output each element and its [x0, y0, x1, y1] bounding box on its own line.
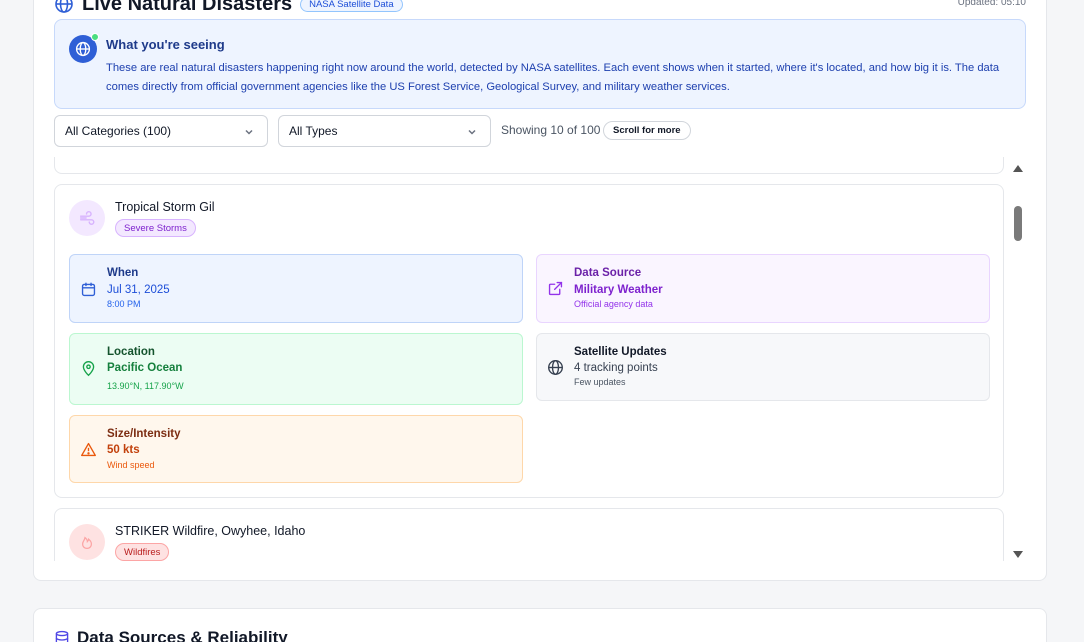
event-avatar: [69, 200, 105, 236]
scroll-up-arrow[interactable]: [1013, 165, 1023, 172]
satellite-sub: Few updates: [574, 377, 626, 387]
satellite-value: 4 tracking points: [574, 362, 658, 374]
panel-header: Live Natural Disasters NASA Satellite Da…: [54, 0, 403, 16]
event-list[interactable]: Tropical Storm Gil Severe Storms When Ju…: [54, 157, 1006, 561]
scrollbar-thumb[interactable]: [1014, 206, 1022, 241]
info-text: These are real natural disasters happeni…: [106, 62, 1000, 93]
event-avatar: [69, 524, 105, 560]
category-badge: Severe Storms: [115, 219, 196, 237]
when-value: Jul 31, 2025: [107, 284, 170, 296]
location-label: Location: [107, 346, 155, 358]
size-intensity-box: Size/Intensity 50 kts Wind speed: [69, 415, 523, 483]
data-source-box: Data Source Military Weather Official ag…: [536, 254, 990, 323]
satellite-label: Satellite Updates: [574, 346, 667, 358]
event-card[interactable]: Tropical Storm Gil Severe Storms When Ju…: [54, 184, 1004, 498]
satellite-updates-box: Satellite Updates 4 tracking points Few …: [536, 333, 990, 401]
type-select[interactable]: All Types: [278, 115, 491, 147]
source-sub: Official agency data: [574, 299, 653, 309]
updated-time: Updated: 05:10: [957, 0, 1026, 8]
when-sub: 8:00 PM: [107, 299, 141, 309]
size-label: Size/Intensity: [107, 428, 181, 440]
list-scrollbar[interactable]: [1012, 163, 1024, 560]
external-link-icon: [548, 281, 563, 296]
map-pin-icon: [82, 361, 95, 377]
location-sub: 13.90°N, 117.90°W: [107, 381, 184, 391]
event-card[interactable]: STRIKER Wildfire, Owyhee, Idaho Wildfire…: [54, 508, 1004, 561]
type-select-value: All Types: [289, 124, 338, 138]
warning-icon: [81, 442, 96, 457]
category-select-value: All Categories (100): [65, 124, 172, 138]
source-label: Data Source: [574, 267, 642, 279]
category-badge: Wildfires: [115, 543, 170, 561]
database-icon: [55, 630, 69, 642]
location-value: Pacific Ocean: [107, 362, 183, 374]
globe-icon: [54, 0, 74, 14]
nasa-badge: NASA Satellite Data: [300, 0, 403, 12]
flame-icon: [81, 536, 93, 550]
showing-count: Showing 10 of 100: [501, 123, 601, 137]
location-box: Location Pacific Ocean 13.90°N, 117.90°W: [69, 333, 523, 405]
globe-icon: [548, 360, 563, 375]
chevron-down-icon: [245, 129, 253, 135]
event-title: Tropical Storm Gil: [115, 200, 215, 214]
category-select[interactable]: All Categories (100): [54, 115, 268, 147]
event-title: STRIKER Wildfire, Owyhee, Idaho: [115, 524, 306, 538]
size-sub: Wind speed: [107, 460, 155, 470]
when-label: When: [107, 267, 139, 279]
calendar-icon: [81, 282, 96, 297]
chevron-down-icon: [468, 129, 476, 135]
scroll-down-arrow[interactable]: [1013, 551, 1023, 558]
info-title: What you're seeing: [106, 37, 225, 52]
page-title: Live Natural Disasters: [82, 0, 293, 15]
when-box: When Jul 31, 2025 8:00 PM: [69, 254, 523, 323]
source-value: Military Weather: [574, 284, 663, 296]
scroll-hint-badge: Scroll for more: [603, 121, 691, 140]
event-card[interactable]: [54, 157, 1004, 174]
live-indicator: [91, 33, 99, 41]
info-banner: What you're seeing These are real natura…: [54, 19, 1026, 109]
size-value: 50 kts: [107, 444, 140, 456]
wind-icon: [79, 211, 95, 225]
section-title: Data Sources & Reliability: [77, 628, 288, 642]
